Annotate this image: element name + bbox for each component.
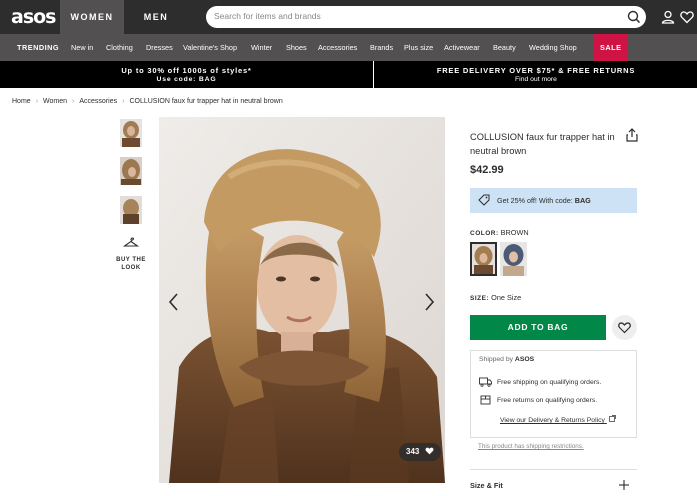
search-input[interactable]: Search for items and brands [206, 6, 646, 28]
nav-dresses[interactable]: Dresses [146, 34, 173, 61]
size-fit-accordion[interactable]: Size & Fit [470, 481, 503, 490]
breadcrumb-women[interactable]: Women [43, 98, 67, 105]
size-label: SIZE: [470, 295, 490, 302]
hanger-icon [122, 237, 140, 247]
shipping-restrictions-link[interactable]: This product has shipping restrictions. [478, 443, 584, 450]
heart-outline-icon [618, 322, 631, 334]
search-placeholder: Search for items and brands [214, 11, 321, 21]
save-for-later-button[interactable] [612, 315, 637, 340]
chevron-right-icon: › [72, 98, 75, 105]
nav-activewear[interactable]: Activewear [444, 34, 480, 61]
color-swatch-navy[interactable] [500, 242, 527, 276]
breadcrumb-current: COLLUSION faux fur trapper hat in neutra… [129, 98, 283, 105]
delivery-returns-policy-link[interactable]: View our Delivery & Returns Policy [500, 415, 616, 424]
heart-icon [425, 447, 434, 455]
breadcrumb: Home › Women › Accessories › COLLUSION faux fu… [12, 98, 283, 105]
share-icon[interactable] [625, 128, 639, 142]
breadcrumb-accessories[interactable]: Accessories [79, 98, 117, 105]
nav-plus-size[interactable]: Plus size [404, 34, 433, 61]
size-label-row: SIZE: One Size [470, 293, 521, 302]
nav-trending[interactable]: TRENDING [17, 34, 59, 61]
top-header: asos WOMEN MEN Search for items and bran… [0, 0, 697, 34]
search-icon[interactable] [626, 9, 642, 25]
buy-the-look-label: BUY THE LOOK [116, 257, 146, 271]
promo-delivery[interactable]: FREE DELIVERY OVER $75* & FREE RETURNS F… [375, 61, 697, 88]
nav-new-in[interactable]: New in [71, 34, 93, 61]
external-link-icon [608, 415, 616, 422]
account-icon[interactable] [660, 9, 676, 25]
color-value: BROWN [500, 228, 529, 237]
buy-the-look-button[interactable]: BUY THE LOOK [112, 235, 150, 272]
divider [470, 469, 637, 470]
promo-delivery-title: FREE DELIVERY OVER $75* & FREE RETURNS [436, 66, 636, 75]
nav-shoes[interactable]: Shoes [286, 34, 307, 61]
product-price: $42.99 [470, 164, 504, 176]
nav-valentines-shop[interactable]: Valentine's Shop [183, 34, 237, 61]
promo-code-box: Get 25% off! With code: BAG [470, 188, 637, 213]
free-returns-text: Free returns on qualifying orders. [497, 396, 598, 404]
nav-wedding-shop[interactable]: Wedding Shop [529, 34, 577, 61]
nav-winter[interactable]: Winter [251, 34, 272, 61]
chevron-right-icon: › [122, 98, 125, 105]
likes-badge[interactable]: 343 [399, 443, 441, 461]
color-swatch-brown[interactable] [470, 242, 497, 276]
category-nav: TRENDING New in Clothing Dresses Valenti… [0, 34, 697, 61]
next-image-arrow[interactable] [423, 292, 435, 312]
truck-icon [479, 377, 492, 387]
add-to-bag-button[interactable]: ADD TO BAG [470, 315, 606, 340]
color-label-row: COLOR: BROWN [470, 228, 529, 237]
nav-sale[interactable]: SALE [593, 34, 629, 61]
promo-discount-code: Use code: BAG [156, 76, 217, 83]
tag-icon [478, 194, 490, 206]
plus-icon[interactable] [619, 480, 629, 490]
product-title: COLLUSION faux fur trapper hat in neutra… [470, 132, 615, 156]
free-shipping-row: Free shipping on qualifying orders. [479, 377, 601, 387]
nav-accessories[interactable]: Accessories [318, 34, 357, 61]
free-shipping-text: Free shipping on qualifying orders. [497, 378, 602, 386]
nav-clothing[interactable]: Clothing [106, 34, 133, 61]
previous-image-arrow[interactable] [168, 292, 180, 312]
tab-women[interactable]: WOMEN [60, 0, 124, 34]
thumbnail-1[interactable] [120, 119, 142, 147]
tab-men[interactable]: MEN [124, 0, 188, 34]
asos-logo[interactable]: asos [11, 6, 56, 28]
promo-code-value: BAG [574, 196, 591, 205]
chevron-right-icon: › [35, 98, 39, 105]
promo-banner: Up to 30% off 1000s of styles* Use code:… [0, 61, 697, 88]
shipping-info-box: Shipped by ASOS Free shipping on qualify… [470, 350, 637, 438]
nav-brands[interactable]: Brands [370, 34, 393, 61]
size-value: One Size [491, 293, 522, 302]
nav-beauty[interactable]: Beauty [493, 34, 516, 61]
shipper-name: ASOS [514, 356, 535, 363]
promo-code-text: Get 25% off! With code: BAG [497, 196, 591, 205]
thumbnail-3[interactable] [120, 196, 142, 224]
saved-items-icon[interactable] [679, 9, 695, 25]
free-returns-row: Free returns on qualifying orders. [479, 395, 597, 405]
product-image[interactable] [159, 117, 445, 483]
color-label: COLOR: [470, 230, 499, 237]
likes-count: 343 [406, 447, 420, 456]
returns-box-icon [480, 395, 491, 405]
breadcrumb-home[interactable]: Home [12, 98, 31, 105]
thumbnail-2[interactable] [120, 157, 142, 185]
promo-discount[interactable]: Up to 30% off 1000s of styles* Use code:… [0, 61, 374, 88]
promo-find-out-more[interactable]: Find out more [375, 76, 697, 83]
promo-discount-title: Up to 30% off 1000s of styles* [121, 66, 252, 75]
shipped-by-text: Shipped by ASOS [479, 356, 535, 363]
